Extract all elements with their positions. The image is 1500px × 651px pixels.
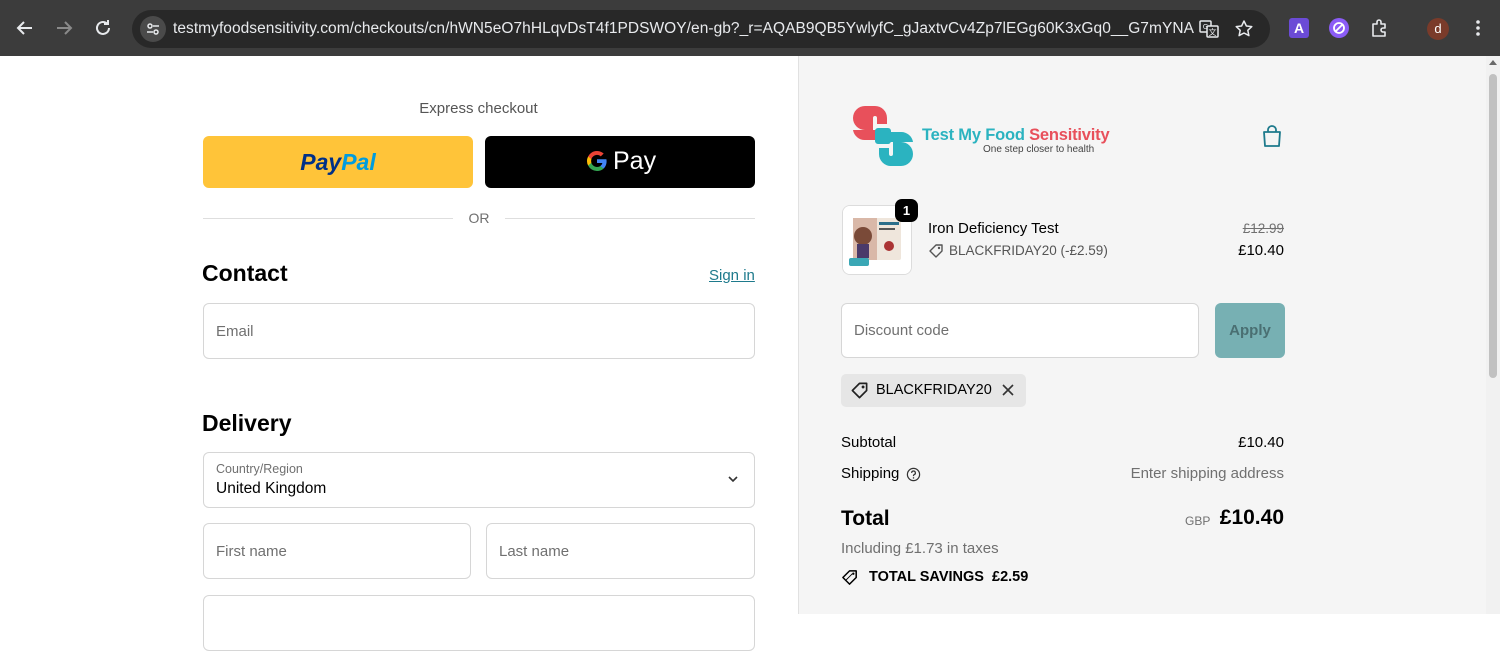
back-icon[interactable] [13, 16, 37, 40]
total-value: £10.40 [1219, 506, 1284, 529]
brand-name-part2: Sensitivity [1029, 126, 1110, 144]
url-text[interactable]: testmyfoodsensitivity.com/checkouts/cn/h… [173, 20, 1194, 38]
translate-icon[interactable]: 文G [1199, 19, 1219, 39]
first-name-field[interactable]: First name [203, 523, 471, 579]
total-savings: TOTAL SAVINGS £2.59 [869, 569, 1028, 585]
menu-kebab-icon[interactable] [1468, 18, 1488, 38]
original-price: £12.99 [1242, 221, 1284, 236]
google-g-icon [587, 150, 607, 171]
bookmark-star-icon[interactable] [1234, 19, 1254, 39]
email-placeholder: Email [216, 323, 254, 340]
browser-toolbar: testmyfoodsensitivity.com/checkouts/cn/h… [0, 0, 1500, 56]
page-scrollbar[interactable] [1486, 56, 1500, 614]
remove-discount-icon[interactable] [1000, 382, 1016, 398]
cart-bag-icon[interactable] [1261, 124, 1283, 148]
savings-value: £2.59 [992, 569, 1029, 585]
sign-in-link[interactable]: Sign in [709, 267, 755, 284]
google-pay-label: Pay [613, 147, 657, 175]
savings-tag-icon [842, 570, 857, 585]
extension-swirl-icon[interactable] [1329, 18, 1349, 38]
chevron-down-icon [728, 476, 738, 483]
scrollbar-thumb[interactable] [1489, 74, 1497, 378]
applied-code-text: BLACKFRIDAY20 [876, 382, 992, 398]
savings-label: TOTAL SAVINGS [869, 569, 984, 585]
reload-icon[interactable] [91, 16, 115, 40]
brand-name[interactable]: Test My Food Sensitivity [922, 126, 1110, 145]
last-name-field[interactable]: Last name [486, 523, 755, 579]
subtotal-value: £10.40 [1238, 434, 1284, 451]
country-select[interactable]: Country/Region United Kingdom [203, 452, 755, 508]
taxes-note: Including £1.73 in taxes [841, 540, 999, 557]
delivery-heading: Delivery [202, 410, 292, 436]
help-circle-icon[interactable] [906, 467, 921, 482]
product-price: £10.40 [1238, 242, 1284, 259]
product-name: Iron Deficiency Test [928, 220, 1059, 237]
shipping-label: Shipping [841, 465, 900, 482]
paypal-pay-text: Pay [300, 149, 342, 175]
google-pay-button[interactable]: Pay [485, 136, 755, 188]
paypal-pal-text: Pal [341, 149, 376, 175]
address-bar[interactable]: testmyfoodsensitivity.com/checkouts/cn/h… [132, 10, 1270, 48]
shipping-value: Enter shipping address [1130, 465, 1284, 482]
extension-a-icon[interactable]: A [1289, 18, 1309, 38]
brand-tagline: One step closer to health [983, 144, 1095, 155]
contact-heading: Contact [202, 260, 288, 286]
discount-placeholder: Discount code [854, 322, 950, 339]
brand-name-part1: Test My Food [922, 126, 1030, 144]
extensions-puzzle-icon[interactable] [1369, 18, 1389, 38]
forward-icon[interactable] [52, 16, 76, 40]
tag-icon [851, 382, 868, 399]
svg-text:文: 文 [1209, 27, 1217, 37]
product-discount-note: BLACKFRIDAY20 (-£2.59) [949, 243, 1108, 258]
scroll-up-arrow-icon[interactable] [1489, 60, 1497, 65]
country-value: United Kingdom [216, 480, 327, 497]
last-name-placeholder: Last name [499, 543, 570, 560]
or-divider: OR [203, 208, 755, 228]
brand-logo-icon [853, 106, 913, 166]
applied-discount-chip: BLACKFRIDAY20 [841, 374, 1026, 407]
address-field[interactable] [203, 595, 755, 651]
checkout-form-pane: Express checkout PayPal Pay OR Contact S… [0, 56, 798, 651]
express-checkout-title: Express checkout [419, 100, 538, 117]
total-label: Total [841, 507, 890, 530]
order-summary-pane: Test My Food Sensitivity One step closer… [798, 56, 1486, 614]
or-label: OR [468, 210, 490, 226]
apply-button[interactable]: Apply [1215, 303, 1285, 358]
svg-text:G: G [1203, 23, 1208, 31]
country-label: Country/Region [216, 462, 303, 476]
site-settings-icon[interactable] [140, 16, 166, 42]
paypal-button[interactable]: PayPal [203, 136, 473, 188]
first-name-placeholder: First name [216, 543, 287, 560]
discount-tag-icon [929, 244, 943, 258]
discount-code-input[interactable]: Discount code [841, 303, 1199, 358]
currency-code: GBP [1185, 514, 1211, 528]
subtotal-label: Subtotal [841, 434, 897, 451]
quantity-badge: 1 [895, 199, 918, 222]
profile-avatar[interactable]: d [1427, 18, 1449, 40]
email-field[interactable]: Email [203, 303, 755, 359]
